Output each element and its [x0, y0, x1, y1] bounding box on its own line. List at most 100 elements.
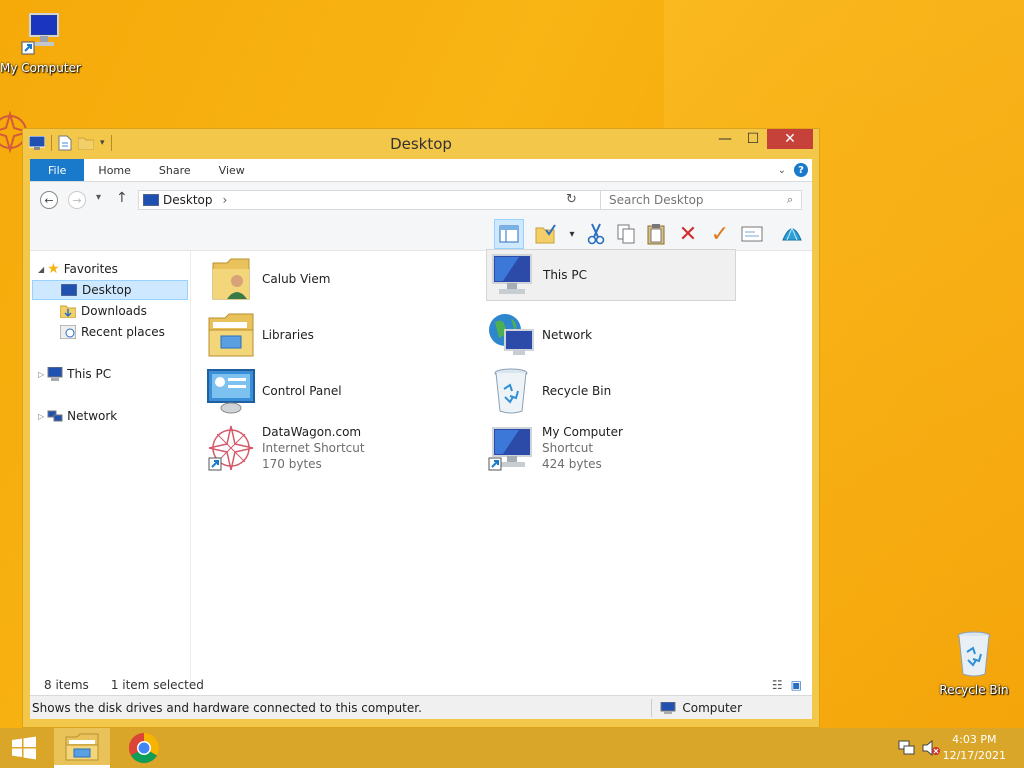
chrome-icon: [128, 733, 160, 764]
taskbar-file-explorer[interactable]: [54, 728, 110, 768]
file-item-calub-viem[interactable]: Calub Viem: [206, 253, 456, 305]
divider: [651, 698, 653, 717]
search-box[interactable]: ⌕: [600, 190, 802, 210]
file-item-network[interactable]: Network: [486, 309, 736, 361]
system-clock[interactable]: 4:03 PM 12/17/2021: [943, 732, 1006, 764]
explorer-window: ▾ Desktop — ☐ ✕ File Home Share View ⌄ ?…: [22, 128, 820, 728]
computer-icon: [487, 250, 537, 300]
tab-file[interactable]: File: [30, 159, 85, 181]
command-toolbar: ▾ ✕ ✓: [30, 218, 812, 251]
cut-icon[interactable]: [584, 222, 608, 246]
file-name: Libraries: [262, 328, 314, 342]
clock-date: 12/17/2021: [942, 749, 1006, 762]
refresh-button[interactable]: ↻: [566, 192, 577, 207]
taskbar: 4:03 PM 12/17/2021: [0, 728, 1024, 768]
desktop-icon-label: Recycle Bin: [939, 683, 1009, 697]
back-button[interactable]: ←: [40, 191, 58, 209]
file-size: 170 bytes: [262, 457, 322, 471]
recent-locations-button[interactable]: ▾: [96, 192, 101, 203]
file-item-datawagon[interactable]: DataWagon.com Internet Shortcut 170 byte…: [206, 421, 456, 475]
desktop-icon: [143, 194, 159, 206]
folder-options-button[interactable]: [534, 222, 558, 246]
ribbon-right: ⌄ ?: [778, 159, 812, 181]
sidebar-item-desktop[interactable]: Desktop: [32, 280, 188, 300]
up-button[interactable]: ↑: [116, 190, 128, 206]
start-button[interactable]: [0, 728, 48, 768]
title-bar[interactable]: ▾ Desktop — ☐ ✕: [23, 129, 819, 159]
details-view-icon[interactable]: ☷: [772, 678, 783, 692]
maximize-button[interactable]: ☐: [739, 129, 767, 149]
address-separator-icon[interactable]: ›: [223, 193, 228, 207]
computer-shortcut-icon: [486, 423, 536, 473]
help-icon[interactable]: ?: [794, 163, 808, 177]
computer-icon: [21, 13, 59, 55]
preview-pane-button[interactable]: [494, 219, 524, 249]
tab-home[interactable]: Home: [84, 159, 144, 181]
file-explorer-icon: [65, 733, 99, 760]
desktop-icon-recycle-bin[interactable]: Recycle Bin: [934, 630, 1014, 697]
file-type: Shortcut: [542, 441, 594, 455]
volume-muted-icon[interactable]: [922, 739, 940, 759]
sidebar-label: Favorites: [63, 262, 118, 276]
libraries-icon: [206, 310, 256, 360]
search-input[interactable]: [601, 192, 787, 208]
file-item-this-pc[interactable]: This PC: [486, 249, 736, 301]
copy-icon[interactable]: [614, 222, 638, 246]
sidebar-item-downloads[interactable]: Downloads: [60, 301, 147, 321]
rename-check-icon[interactable]: ✓: [708, 222, 732, 247]
file-name: My Computer: [542, 425, 623, 439]
taskbar-chrome[interactable]: [118, 728, 170, 768]
item-count: 8 items: [44, 678, 89, 692]
navigation-bar: ← → ▾ ↑ Desktop › ▾ ↻ ⌕: [30, 182, 812, 218]
desktop-icon: [61, 284, 77, 296]
file-name: Control Panel: [262, 384, 342, 398]
file-item-control-panel[interactable]: Control Panel: [206, 365, 456, 417]
search-icon[interactable]: ⌕: [787, 193, 793, 207]
network-tray-icon[interactable]: [898, 740, 916, 759]
properties-icon[interactable]: [740, 222, 764, 246]
window-title: Desktop: [390, 135, 452, 153]
network-icon: [47, 410, 63, 422]
file-list: Calub Viem This PC Libraries Network Con…: [200, 249, 812, 683]
user-folder-icon: [206, 254, 256, 304]
sidebar-network[interactable]: ▷ Network: [38, 406, 117, 426]
delete-icon[interactable]: ✕: [676, 222, 700, 247]
sidebar-label: Network: [67, 409, 118, 423]
folder-options-dropdown[interactable]: ▾: [560, 222, 584, 246]
sidebar-this-pc[interactable]: ▷ This PC: [38, 364, 111, 384]
windows-logo-icon: [12, 736, 36, 760]
paste-icon[interactable]: [644, 222, 668, 246]
expand-arrow-icon[interactable]: ▷: [38, 370, 44, 379]
minimize-button[interactable]: —: [711, 129, 739, 149]
address-location[interactable]: Desktop: [163, 193, 213, 207]
sidebar-label: This PC: [67, 367, 112, 381]
desktop-icon-my-computer[interactable]: My Computer: [0, 12, 81, 75]
recycle-bin-icon: [957, 631, 991, 677]
sidebar-favorites[interactable]: ◢ ★ Favorites: [38, 259, 118, 279]
expand-arrow-icon[interactable]: ◢: [38, 265, 44, 274]
expand-arrow-icon[interactable]: ▷: [38, 412, 44, 421]
shell-icon[interactable]: [780, 222, 804, 246]
tab-view[interactable]: View: [205, 159, 259, 181]
file-name: This PC: [543, 268, 587, 282]
file-item-recycle-bin[interactable]: Recycle Bin: [486, 365, 736, 417]
forward-button[interactable]: →: [68, 191, 86, 209]
downloads-icon: [60, 305, 76, 318]
star-icon: ★: [47, 261, 60, 277]
address-bar[interactable]: Desktop › ▾: [138, 190, 616, 210]
close-button[interactable]: ✕: [767, 129, 813, 149]
info-location: Computer: [682, 700, 742, 715]
desktop-icon-label: My Computer: [0, 61, 81, 75]
large-icons-view-icon[interactable]: ▣: [791, 678, 802, 692]
tab-share[interactable]: Share: [145, 159, 205, 181]
file-name: Calub Viem: [262, 272, 331, 286]
sidebar-item-recent-places[interactable]: Recent places: [60, 322, 165, 342]
file-item-libraries[interactable]: Libraries: [206, 309, 456, 361]
expand-ribbon-icon[interactable]: ⌄: [778, 165, 786, 176]
window-controls: — ☐ ✕: [711, 129, 813, 149]
control-panel-icon: [206, 366, 256, 416]
file-item-my-computer[interactable]: My Computer Shortcut 424 bytes: [486, 421, 736, 475]
sidebar-item-label: Desktop: [82, 283, 132, 297]
sidebar-item-label: Downloads: [81, 304, 147, 318]
pane-layout-icon: [499, 225, 519, 243]
